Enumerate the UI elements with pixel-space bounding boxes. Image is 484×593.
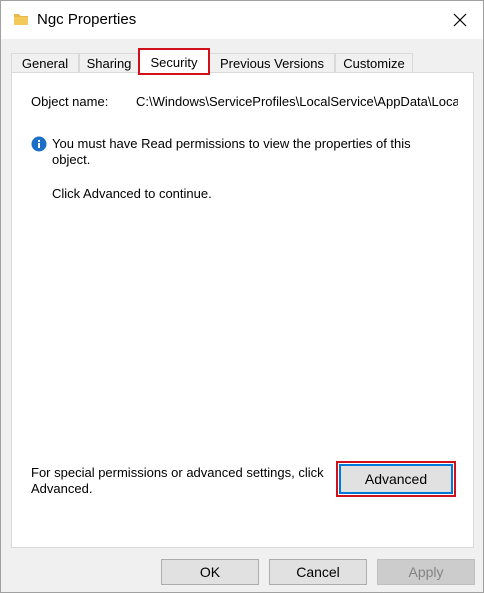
info-message: You must have Read permissions to view t…: [52, 136, 411, 167]
security-panel: Object name: C:\Windows\ServiceProfiles\…: [11, 72, 474, 548]
apply-button[interactable]: Apply: [377, 559, 475, 585]
advanced-button[interactable]: Advanced: [339, 464, 453, 494]
tab-label: Sharing: [86, 56, 132, 71]
ok-button[interactable]: OK: [161, 559, 259, 585]
tab-customize[interactable]: Customize: [335, 53, 413, 73]
tab-previous-versions[interactable]: Previous Versions: [209, 53, 335, 73]
tab-label: Previous Versions: [219, 56, 325, 71]
cancel-button[interactable]: Cancel: [269, 559, 367, 585]
continue-message: Click Advanced to continue.: [52, 186, 212, 201]
tab-label: General: [21, 56, 69, 71]
special-permissions-text: For special permissions or advanced sett…: [31, 465, 324, 496]
tab-general[interactable]: General: [11, 53, 79, 73]
properties-window: Ngc Properties General Sharing Security …: [0, 0, 484, 593]
info-icon: [31, 136, 47, 152]
tab-security[interactable]: Security: [138, 48, 210, 75]
window-title: Ngc Properties: [37, 11, 137, 28]
object-name-label: Object name:: [31, 94, 109, 109]
tab-label: Customize: [343, 56, 405, 71]
tab-strip: General Sharing Security Previous Versio…: [11, 48, 475, 75]
close-button[interactable]: [437, 1, 483, 39]
object-name-value: C:\Windows\ServiceProfiles\LocalService\…: [136, 94, 458, 109]
folder-icon: [14, 14, 28, 25]
title-bar: Ngc Properties: [1, 1, 483, 39]
close-icon: [453, 13, 467, 27]
tab-sharing[interactable]: Sharing: [79, 53, 139, 73]
tab-label: Security: [150, 54, 198, 70]
